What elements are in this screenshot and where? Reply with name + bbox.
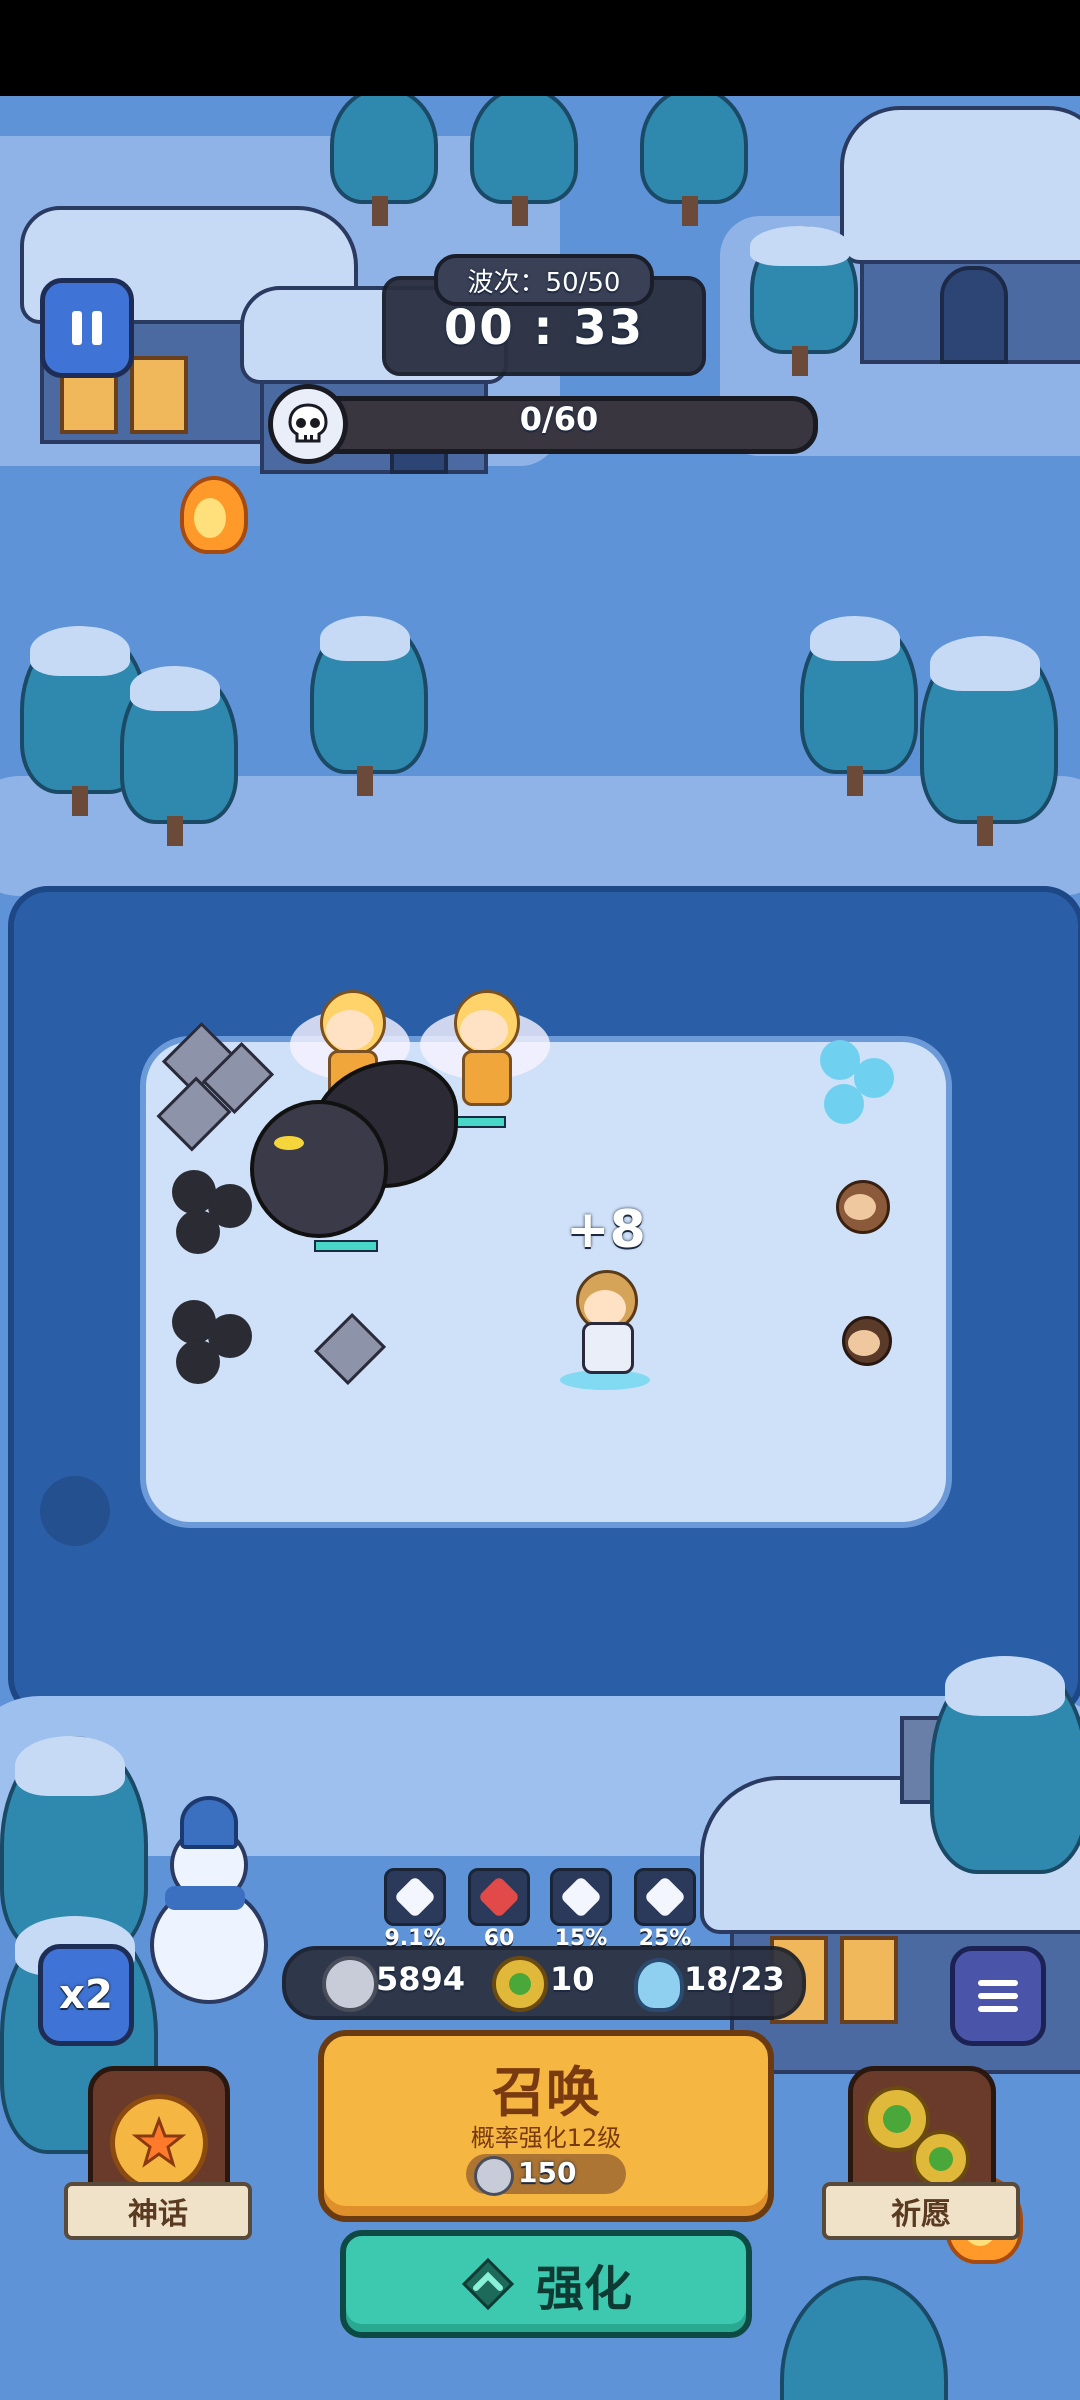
upgrade-button[interactable]: 强化: [340, 2230, 752, 2338]
bonfire-icon: [170, 476, 250, 566]
tree: [640, 96, 748, 226]
clover-count: 10: [550, 1960, 595, 1998]
myth-crown-icon: [110, 2094, 208, 2192]
tree: [470, 96, 578, 226]
myth-label: 神话: [128, 2197, 188, 2232]
stat-boost[interactable]: 60: [464, 1868, 534, 1951]
tree: [800, 616, 918, 796]
house-top-right: [840, 96, 1080, 376]
crystal-golem-unit[interactable]: [155, 1021, 275, 1152]
summon-cost: 150: [518, 2156, 577, 2189]
unit-capacity: 18/23: [684, 1960, 785, 1998]
wave-label: 波次：50/50: [467, 267, 621, 298]
stat-boost[interactable]: 15%: [546, 1868, 616, 1951]
tree: [780, 2276, 948, 2400]
crit-heart-icon: [384, 1868, 446, 1926]
speed-x2-button[interactable]: x2: [38, 1944, 134, 2046]
skull-icon: [268, 384, 348, 464]
countdown-timer: 00 : 33: [443, 300, 645, 356]
upgrade-label: 强化: [535, 2261, 632, 2317]
speed-x2-label: x2: [59, 1972, 113, 2018]
tree: [930, 1656, 1080, 1896]
fist-upgrade-icon: [550, 1868, 612, 1926]
attack-burst-icon: [468, 1868, 530, 1926]
clover-coin-icon: [912, 2130, 970, 2188]
dragon-hero-unit[interactable]: [250, 1060, 458, 1260]
upgrade-chevron-icon: [461, 2257, 515, 2311]
status-bar: [0, 0, 1080, 96]
crystal-golem-unit[interactable]: [312, 1312, 387, 1386]
tree: [920, 636, 1058, 846]
silver-count: 5894: [376, 1960, 466, 1998]
tree: [750, 226, 858, 376]
clover-coin-icon: [492, 1956, 548, 2012]
stat-boost[interactable]: 9.1%: [380, 1868, 450, 1951]
tree: [330, 96, 438, 226]
summon-button[interactable]: 召唤 概率强化12级 150: [318, 2030, 774, 2222]
menu-icon: [978, 1980, 1018, 2012]
unit-capacity-icon: [634, 1958, 684, 2012]
summon-title: 召唤: [492, 2061, 600, 2124]
wave-badge: 波次：50/50: [434, 254, 654, 306]
wish-button[interactable]: 祈愿: [822, 2066, 1020, 2246]
menu-button[interactable]: [950, 1946, 1046, 2046]
tree: [120, 666, 238, 846]
pause-icon: [72, 311, 102, 345]
silver-coin-icon: [474, 2156, 514, 2196]
wish-label: 祈愿: [891, 2197, 951, 2232]
floating-reward-text: +8: [566, 1200, 646, 1260]
pause-button[interactable]: [40, 278, 134, 378]
myth-button[interactable]: 神话: [64, 2066, 252, 2246]
ice-spirit-unit[interactable]: [810, 1040, 900, 1140]
kill-progress-text: 0/60: [519, 400, 599, 438]
stat-boost[interactable]: 25%: [630, 1868, 700, 1951]
warrior-unit[interactable]: [830, 1316, 900, 1386]
spawn-portal: [40, 1476, 110, 1546]
monkey-unit[interactable]: [830, 1180, 890, 1250]
summon-subtitle: 概率强化12级: [470, 2124, 622, 2152]
gunner-hero-unit[interactable]: [560, 1260, 650, 1390]
dark-swordsman-unit[interactable]: [162, 1290, 262, 1400]
silver-coin-icon: [322, 1956, 378, 2012]
wing-speed-icon: [634, 1868, 696, 1926]
tree: [310, 616, 428, 796]
dark-swordsman-unit[interactable]: [162, 1160, 262, 1270]
snowman: [140, 1796, 270, 2036]
